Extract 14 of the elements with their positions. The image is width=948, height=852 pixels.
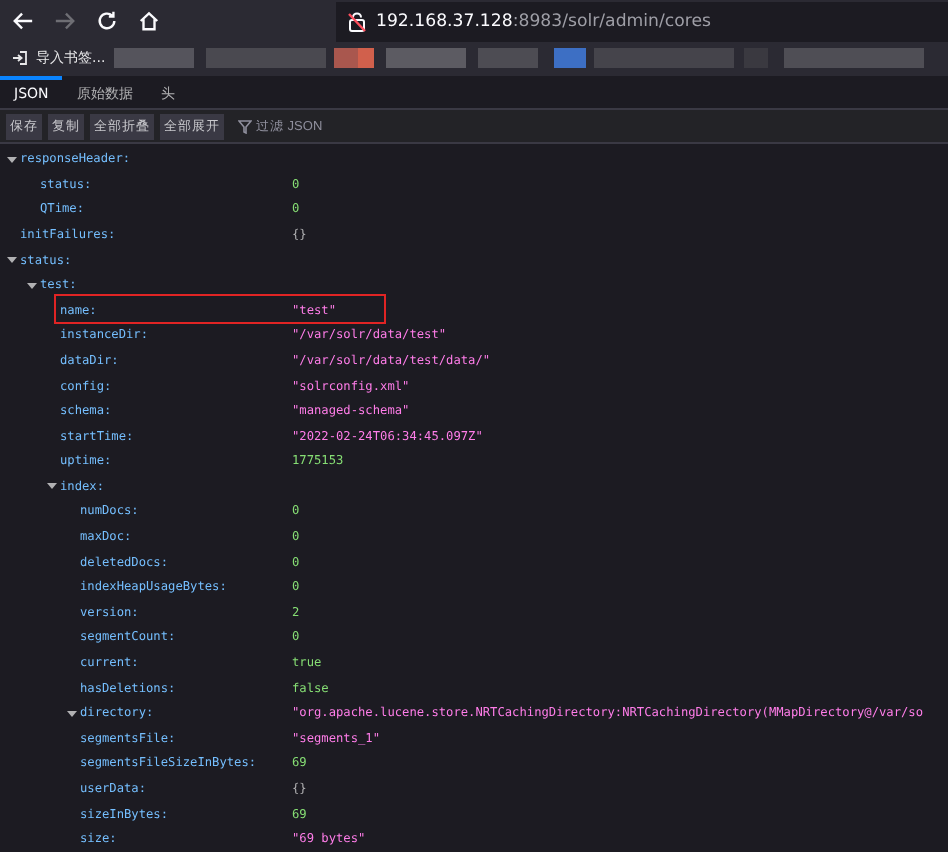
caret-down-icon[interactable] [46, 480, 58, 493]
filter-icon [238, 119, 252, 134]
insecure-lock-icon [348, 11, 366, 32]
caret-down-icon[interactable] [6, 254, 18, 267]
caret-down-icon[interactable] [66, 707, 78, 720]
back-icon[interactable] [12, 10, 34, 33]
home-icon[interactable] [138, 10, 160, 33]
import-icon [12, 50, 28, 67]
forward-icon[interactable] [54, 10, 76, 33]
address-bar[interactable]: 192.168.37.128:8983/solr/admin/cores [336, 1, 948, 42]
caret-down-icon[interactable] [26, 279, 38, 292]
url-text: 192.168.37.128:8983/solr/admin/cores [376, 11, 711, 32]
reload-icon[interactable] [96, 10, 118, 33]
caret-down-icon[interactable] [6, 153, 18, 166]
